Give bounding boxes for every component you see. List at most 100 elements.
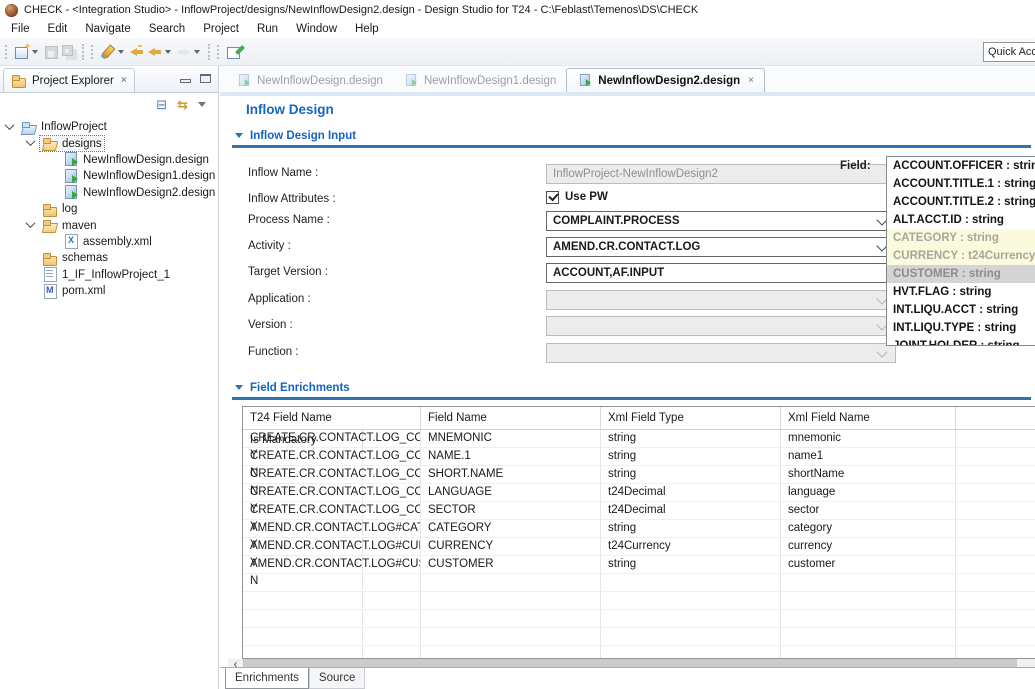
bottom-tab-source[interactable]: Source bbox=[309, 668, 365, 689]
expand-chevron-icon[interactable] bbox=[26, 218, 36, 228]
tree-item-newinflowdesign-design[interactable]: NewInflowDesign.design bbox=[0, 152, 218, 168]
tree-item-schemas[interactable]: schemas bbox=[0, 250, 218, 266]
editor-tab-newinflowdesign1-design[interactable]: NewInflowDesign1.design bbox=[393, 69, 566, 92]
project-explorer-title: Project Explorer bbox=[32, 75, 114, 87]
expand-chevron-icon[interactable] bbox=[5, 120, 15, 130]
column-header-xml-field-type[interactable]: Xml Field Type bbox=[601, 407, 781, 429]
table-row[interactable]: CREATE.CR.CONTACT.LOG_CCCL...MNEMONICstr… bbox=[243, 430, 1035, 448]
field-list-item-int-liqu-acct[interactable]: INT.LIQU.ACCT : string bbox=[887, 301, 1035, 319]
collapse-triangle-icon[interactable] bbox=[235, 133, 243, 138]
menu-run[interactable]: Run bbox=[248, 22, 287, 36]
dropdown-arrow-icon[interactable] bbox=[194, 50, 200, 54]
editor-tab-newinflowdesign2-design[interactable]: NewInflowDesign2.design× bbox=[566, 68, 765, 92]
menu-search[interactable]: Search bbox=[140, 22, 194, 36]
menu-file[interactable]: File bbox=[2, 22, 39, 36]
explorer-folder-icon bbox=[11, 73, 27, 88]
field-list-item-hvt-flag[interactable]: HVT.FLAG : string bbox=[887, 283, 1035, 301]
tree-item-content: InflowProject bbox=[19, 120, 109, 135]
table-row[interactable]: CREATE.CR.CONTACT.LOG_CCCL...SHORT.NAMEs… bbox=[243, 466, 1035, 484]
close-icon[interactable]: × bbox=[121, 75, 127, 86]
field-list[interactable]: ACCOUNT.OFFICER : stringACCOUNT.TITLE.1 … bbox=[886, 156, 1035, 346]
cell-xml-field-name: currency bbox=[781, 538, 956, 555]
bottom-tab-enrichments[interactable]: Enrichments bbox=[225, 668, 309, 689]
menu-navigate[interactable]: Navigate bbox=[76, 22, 139, 36]
tree-item-maven[interactable]: maven bbox=[0, 217, 218, 233]
collapse-triangle-icon[interactable] bbox=[235, 385, 243, 390]
back-icon[interactable] bbox=[146, 43, 164, 61]
empty-cell bbox=[243, 610, 421, 627]
field-list-item-account-title-1[interactable]: ACCOUNT.TITLE.1 : string bbox=[887, 175, 1035, 193]
field-list-item-currency[interactable]: CURRENCY : t24Currency bbox=[887, 247, 1035, 265]
quick-access-placeholder: Quick Acc bbox=[988, 46, 1035, 58]
dropdown-arrow-icon[interactable] bbox=[118, 50, 124, 54]
empty-cell bbox=[781, 592, 956, 609]
table-row[interactable]: CREATE.CR.CONTACT.LOG_CCCL...LANGUAGEt24… bbox=[243, 484, 1035, 502]
tree-item-newinflowdesign1-design[interactable]: NewInflowDesign1.design bbox=[0, 168, 218, 184]
tree-item-pom-xml[interactable]: pom.xml bbox=[0, 283, 218, 299]
menu-help[interactable]: Help bbox=[346, 22, 388, 36]
view-menu-icon[interactable] bbox=[198, 102, 206, 107]
section-field-enrichments[interactable]: Field Enrichments bbox=[232, 378, 1031, 400]
dropdown-arrow-icon[interactable] bbox=[165, 50, 171, 54]
editor-tab-newinflowdesign-design[interactable]: NewInflowDesign.design bbox=[226, 69, 393, 92]
field-list-item-joint-holder[interactable]: JOINT.HOLDER : string bbox=[887, 337, 1035, 346]
maximize-view-button[interactable] bbox=[200, 74, 211, 83]
tree-item-log[interactable]: log bbox=[0, 201, 218, 217]
minimize-view-button[interactable] bbox=[180, 74, 191, 83]
section-inflow-design-input[interactable]: Inflow Design Input bbox=[232, 126, 1031, 148]
table-row[interactable]: AMEND.CR.CONTACT.LOG#CATE...CATEGORYstri… bbox=[243, 520, 1035, 538]
activity-value: AMEND.CR.CONTACT.LOG bbox=[547, 241, 706, 253]
menu-edit[interactable]: Edit bbox=[39, 22, 77, 36]
empty-cell bbox=[601, 592, 781, 609]
back-history-icon[interactable] bbox=[128, 43, 146, 61]
empty-cell bbox=[781, 646, 956, 659]
tree-item-inflowproject[interactable]: InflowProject bbox=[0, 119, 218, 135]
project-folder-open-icon bbox=[21, 120, 37, 135]
tree-item-assembly-xml[interactable]: assembly.xml bbox=[0, 234, 218, 250]
field-list-item-account-title-2[interactable]: ACCOUNT.TITLE.2 : string bbox=[887, 193, 1035, 211]
expand-chevron-icon[interactable] bbox=[26, 136, 36, 146]
new-wizard-icon[interactable] bbox=[13, 43, 31, 61]
process-name-combo[interactable]: COMPLAINT.PROCESS bbox=[546, 211, 896, 231]
cell-xml-field-name: shortName bbox=[781, 466, 956, 483]
tree-item-newinflowdesign2-design[interactable]: NewInflowDesign2.design bbox=[0, 185, 218, 201]
cell-t24-field-name: CREATE.CR.CONTACT.LOG_CCCL... bbox=[243, 484, 421, 501]
field-list-item-customer[interactable]: CUSTOMER : string bbox=[887, 265, 1035, 283]
table-row[interactable]: CREATE.CR.CONTACT.LOG_CCCL...SECTORt24De… bbox=[243, 502, 1035, 520]
project-explorer-tab[interactable]: Project Explorer × bbox=[3, 68, 135, 92]
highlight-marker-icon[interactable] bbox=[99, 43, 117, 61]
empty-cell bbox=[421, 610, 601, 627]
collapse-all-icon[interactable]: ⊟ bbox=[156, 98, 167, 111]
cell-xml-field-type: t24Currency bbox=[601, 538, 781, 555]
horizontal-scrollbar[interactable]: ‹ bbox=[228, 659, 1035, 667]
scrollbar-thumb[interactable] bbox=[243, 659, 1017, 667]
tree-item-1-if-inflowproject-1[interactable]: 1_IF_InflowProject_1 bbox=[0, 267, 218, 283]
cell-xml-field-name: category bbox=[781, 520, 956, 537]
field-list-item-int-liqu-type[interactable]: INT.LIQU.TYPE : string bbox=[887, 319, 1035, 337]
use-pw-checkbox[interactable] bbox=[546, 191, 559, 204]
field-list-item-account-officer[interactable]: ACCOUNT.OFFICER : string bbox=[887, 157, 1035, 175]
column-header-t24-field-name[interactable]: T24 Field Name bbox=[243, 407, 421, 429]
activity-combo[interactable]: AMEND.CR.CONTACT.LOG bbox=[546, 237, 896, 257]
target-version-input[interactable]: ACCOUNT,AF.INPUT bbox=[546, 263, 896, 283]
field-list-item-alt-acct-id[interactable]: ALT.ACCT.ID : string bbox=[887, 211, 1035, 229]
empty-cell bbox=[601, 646, 781, 659]
table-row[interactable]: AMEND.CR.CONTACT.LOG#CUST...CUSTOMERstri… bbox=[243, 556, 1035, 574]
table-body: CREATE.CR.CONTACT.LOG_CCCL...MNEMONICstr… bbox=[243, 430, 1035, 659]
scroll-left-arrow-icon[interactable]: ‹ bbox=[228, 659, 243, 667]
table-row[interactable]: AMEND.CR.CONTACT.LOG#CURR...CURRENCYt24C… bbox=[243, 538, 1035, 556]
inflow-attributes-label: Inflow Attributes : bbox=[248, 193, 336, 205]
quick-access-input[interactable]: Quick Acc bbox=[983, 42, 1035, 62]
field-list-item-category[interactable]: CATEGORY : string bbox=[887, 229, 1035, 247]
column-header-xml-field-name[interactable]: Xml Field Name bbox=[781, 407, 956, 429]
link-with-editor-icon[interactable]: ⇆ bbox=[177, 98, 188, 111]
table-row[interactable]: CREATE.CR.CONTACT.LOG_CCCL...NAME.1strin… bbox=[243, 448, 1035, 466]
menu-project[interactable]: Project bbox=[194, 22, 248, 36]
cell-field-name: CUSTOMER bbox=[421, 556, 601, 573]
column-header-field-name[interactable]: Field Name bbox=[421, 407, 601, 429]
menu-window[interactable]: Window bbox=[287, 22, 346, 36]
close-icon[interactable]: × bbox=[748, 75, 754, 86]
dropdown-arrow-icon[interactable] bbox=[32, 50, 38, 54]
last-edit-location-icon[interactable] bbox=[225, 43, 243, 61]
tree-item-designs[interactable]: designs bbox=[0, 135, 218, 151]
